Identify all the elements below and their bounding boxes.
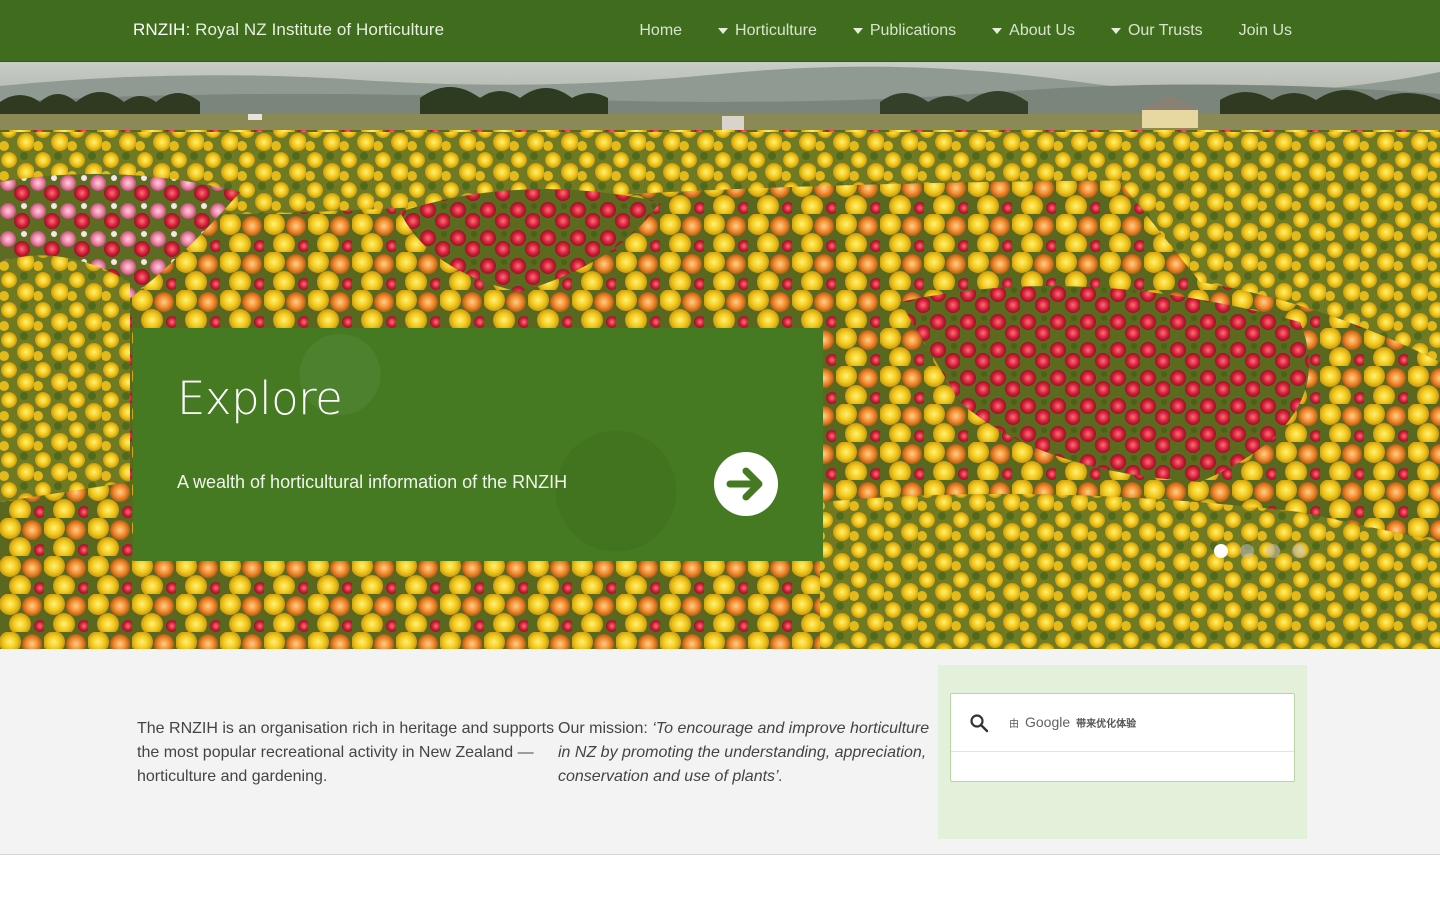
hero-subtitle: A wealth of horticultural information of…	[177, 472, 568, 492]
nav-item-our-trusts[interactable]: Our Trusts	[1093, 0, 1221, 62]
search-icon[interactable]	[969, 713, 989, 738]
mission-text: Our mission: ‘To encourage and improve h…	[558, 717, 938, 789]
slider-dot-2[interactable]	[1240, 544, 1254, 558]
intro-text: The RNZIH is an organisation rich in her…	[137, 720, 555, 785]
search-input[interactable]	[1007, 710, 1233, 735]
caret-down-icon	[718, 28, 729, 34]
nav-label: Join Us	[1238, 22, 1292, 39]
nav-label: Horticulture	[735, 22, 817, 39]
nav-label: Home	[639, 22, 683, 39]
page-bottom	[0, 856, 1440, 900]
nav-item-home[interactable]: Home	[621, 0, 700, 62]
nav-item-publications[interactable]: Publications	[835, 0, 974, 62]
brand-full: Royal NZ Institute of Horticulture	[195, 20, 445, 39]
slider-dots	[1214, 544, 1306, 558]
explore-arrow-button[interactable]	[714, 452, 778, 516]
arrow-right-circle-icon	[726, 467, 763, 501]
brand-short: RNZIH	[133, 20, 186, 39]
hero-slider: Explore A wealth of horticultural inform…	[0, 62, 1440, 649]
hero-caption-panel: Explore A wealth of horticultural inform…	[133, 328, 823, 561]
caret-down-icon	[1110, 28, 1121, 34]
mission-label: Our mission:	[558, 720, 648, 737]
slider-dot-3[interactable]	[1266, 544, 1280, 558]
slider-dot-4[interactable]	[1292, 544, 1306, 558]
site-brand[interactable]: RNZIH: Royal NZ Institute of Horticultur…	[133, 20, 444, 44]
nav-item-about-us[interactable]: About Us	[974, 0, 1093, 62]
caret-down-icon	[992, 28, 1003, 34]
slider-dot-1[interactable]	[1214, 544, 1228, 558]
site-search: 由 Google 带来优化体验	[950, 693, 1295, 782]
intro-section: The RNZIH is an organisation rich in her…	[0, 649, 1440, 855]
nav-item-join-us[interactable]: Join Us	[1221, 0, 1292, 62]
caret-down-icon	[852, 28, 863, 34]
nav-label: Publications	[869, 22, 957, 39]
nav-label: About Us	[1009, 22, 1075, 39]
nav-label: Our Trusts	[1127, 22, 1203, 39]
main-nav: Home Horticulture Publications About Us …	[621, 0, 1292, 62]
hero-title: Explore	[177, 372, 343, 425]
search-panel: 由 Google 带来优化体验	[938, 665, 1307, 839]
site-header: RNZIH: Royal NZ Institute of Horticultur…	[0, 0, 1440, 62]
brand-separator: :	[185, 20, 191, 39]
search-row: 由 Google 带来优化体验	[951, 694, 1294, 752]
nav-item-horticulture[interactable]: Horticulture	[700, 0, 835, 62]
